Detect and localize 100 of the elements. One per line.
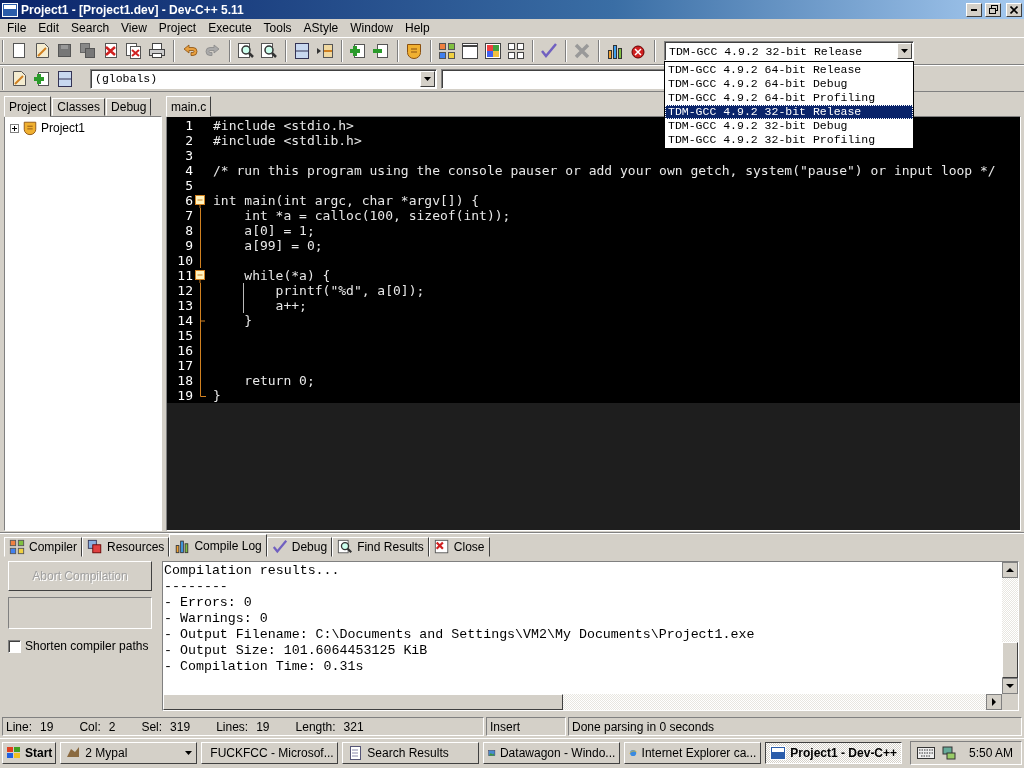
magnifier-icon bbox=[260, 42, 278, 60]
toolbar-button[interactable] bbox=[505, 40, 527, 62]
status-label: Col: bbox=[79, 719, 101, 734]
network-icon bbox=[940, 745, 957, 761]
tree-item[interactable]: Project1 bbox=[41, 121, 86, 135]
menu-item[interactable]: Project bbox=[152, 21, 203, 35]
taskbar-button[interactable]: 2 Mypal bbox=[60, 742, 198, 764]
dropdown-arrow-icon bbox=[185, 751, 193, 755]
line-number: 6 bbox=[184, 193, 194, 208]
menu-item[interactable]: Help bbox=[398, 21, 436, 35]
status-value: 319 bbox=[170, 719, 191, 734]
status-label: Line: bbox=[6, 719, 33, 734]
disks-icon bbox=[79, 42, 97, 60]
four-squares-icon bbox=[507, 42, 525, 60]
badge-icon bbox=[405, 42, 423, 60]
scope-select[interactable]: (globals) bbox=[90, 68, 437, 89]
dropdown-option[interactable]: TDM-GCC 4.9.2 64-bit Debug bbox=[665, 77, 913, 91]
line-number: 11 bbox=[176, 268, 194, 283]
page-icon bbox=[10, 42, 28, 60]
horizontal-scrollbar[interactable] bbox=[163, 694, 1002, 710]
fold-toggle-icon bbox=[195, 193, 205, 208]
app-logo-icon bbox=[770, 745, 787, 761]
code-line: #include <stdlib.h> bbox=[213, 133, 362, 148]
keyboard-icon bbox=[916, 747, 935, 759]
plus-icon bbox=[12, 125, 17, 131]
window-title: Project1 - [Project1.dev] - Dev-C++ 5.11 bbox=[21, 2, 245, 17]
taskbar-button[interactable]: FUCKFCC - Microsof... bbox=[201, 742, 339, 764]
panel-tab[interactable]: Project bbox=[4, 96, 52, 117]
menu-item[interactable]: File bbox=[1, 21, 33, 35]
menu-item[interactable]: Tools bbox=[257, 21, 298, 35]
dropdown-option[interactable]: TDM-GCC 4.9.2 64-bit Release bbox=[665, 63, 913, 77]
menu-item[interactable]: Edit bbox=[32, 21, 66, 35]
panel-tab[interactable]: Debug bbox=[266, 537, 333, 557]
status-field: Insert bbox=[486, 717, 566, 736]
colored-grid-icon bbox=[9, 539, 25, 555]
toolbar-button[interactable] bbox=[482, 40, 504, 62]
line-number: 18 bbox=[176, 373, 194, 388]
tiles-icon bbox=[484, 42, 502, 60]
taskbar-button[interactable]: Datawagon - Windo... bbox=[483, 742, 621, 764]
line-number: 17 bbox=[176, 358, 194, 373]
arrow-into-page-icon bbox=[372, 42, 390, 60]
line-number: 5 bbox=[184, 178, 194, 193]
cross-icon bbox=[573, 42, 591, 60]
code-line: /* run this program using the console pauser or add your own getch, system("pause") or input loop */ bbox=[213, 163, 996, 178]
log-line: - Output Filename: C:\Documents and Settings\VM2\My Documents\Project1.exe bbox=[164, 627, 756, 643]
dropdown-arrow-icon bbox=[424, 76, 431, 81]
log-line: - Warnings: 0 bbox=[164, 611, 269, 627]
dropdown-option[interactable]: TDM-GCC 4.9.2 32-bit Release bbox=[665, 105, 913, 119]
panel-tab[interactable]: Classes bbox=[52, 98, 106, 116]
app-logo-icon bbox=[2, 2, 18, 17]
menu-item[interactable]: View bbox=[115, 21, 153, 35]
window-icon bbox=[461, 42, 479, 60]
scroll-thumb[interactable] bbox=[163, 694, 563, 710]
panel-tab[interactable]: Resources bbox=[82, 537, 170, 557]
menu-item[interactable]: Execute bbox=[202, 21, 258, 35]
colored-grid-icon bbox=[438, 42, 456, 60]
status-value: 19 bbox=[40, 719, 54, 734]
line-number: 1 bbox=[184, 118, 194, 133]
dropdown-arrow-icon bbox=[901, 49, 908, 53]
status-value: 321 bbox=[343, 719, 364, 734]
vertical-scrollbar[interactable] bbox=[1002, 562, 1018, 694]
windows-flag-icon bbox=[6, 746, 22, 760]
check-mark-icon bbox=[540, 42, 558, 60]
panel-tab[interactable]: Compiler bbox=[4, 537, 82, 557]
dropdown-option[interactable]: TDM-GCC 4.9.2 32-bit Debug bbox=[665, 119, 913, 133]
panel-tab[interactable]: Close bbox=[428, 537, 490, 557]
start-button[interactable]: Start bbox=[2, 742, 57, 764]
restore-button[interactable] bbox=[985, 2, 1001, 17]
document-icon bbox=[347, 745, 364, 761]
line-number: 13 bbox=[176, 298, 194, 313]
close-button[interactable] bbox=[1006, 2, 1022, 17]
status-label: Lines: bbox=[216, 719, 249, 734]
taskbar-button[interactable]: Internet Explorer ca... bbox=[624, 742, 762, 764]
line-number: 9 bbox=[184, 238, 194, 253]
menu-item[interactable]: AStyle bbox=[297, 21, 345, 35]
code-line: a[0] = 1; bbox=[243, 223, 315, 238]
taskbar-button[interactable]: Project1 - Dev-C++ bbox=[765, 742, 903, 764]
log-line: - Output Size: 101.6064453125 KiB bbox=[164, 643, 429, 659]
minimize-button[interactable] bbox=[966, 2, 982, 17]
dropdown-option[interactable]: TDM-GCC 4.9.2 32-bit Profiling bbox=[665, 133, 913, 147]
scroll-thumb[interactable] bbox=[1002, 642, 1018, 678]
file-tab[interactable]: main.c bbox=[166, 96, 212, 117]
toolbar-button[interactable] bbox=[459, 40, 481, 62]
menu-item[interactable]: Window bbox=[344, 21, 399, 35]
bar-chart-icon bbox=[174, 537, 191, 554]
badge-icon bbox=[22, 120, 38, 136]
status-value: 19 bbox=[256, 719, 270, 734]
menu-item[interactable]: Search bbox=[65, 21, 116, 35]
checkbox[interactable] bbox=[8, 639, 21, 653]
code-line: } bbox=[243, 313, 253, 328]
taskbar-button[interactable]: Search Results bbox=[342, 742, 480, 764]
panel-tab[interactable]: Find Results bbox=[332, 537, 429, 557]
dropdown-option[interactable]: TDM-GCC 4.9.2 64-bit Profiling bbox=[665, 91, 913, 105]
panel-tab[interactable]: Debug bbox=[106, 98, 152, 116]
status-label: Sel: bbox=[141, 719, 163, 734]
expand-toggle[interactable] bbox=[10, 123, 19, 133]
code-editor[interactable] bbox=[166, 116, 1021, 531]
fold-toggle-icon bbox=[195, 268, 205, 283]
panel-tab[interactable]: Compile Log bbox=[169, 534, 267, 557]
magnifier-icon bbox=[237, 42, 255, 60]
